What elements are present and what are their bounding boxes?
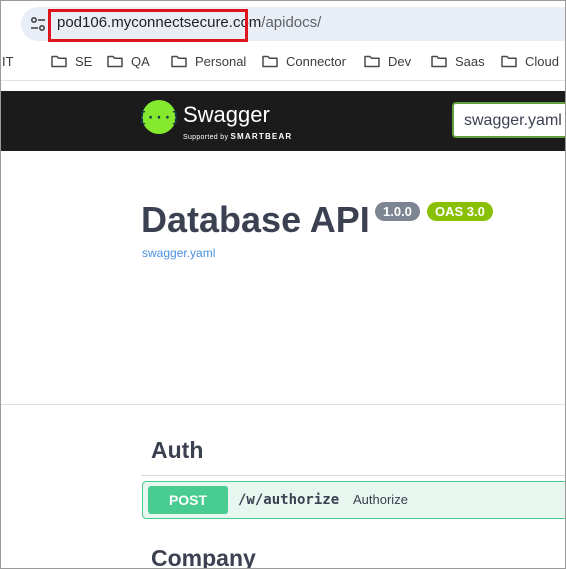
folder-icon — [364, 55, 380, 68]
version-badge: 1.0.0 — [375, 202, 420, 221]
bookmark-label: QA — [131, 54, 150, 69]
operation-post-authorize[interactable]: POST /w/authorize Authorize — [142, 481, 565, 519]
http-method-badge: POST — [148, 486, 228, 514]
bookmark-label: IT — [2, 54, 14, 69]
folder-icon — [51, 55, 67, 68]
folder-icon — [431, 55, 447, 68]
supported-by-label: Supported by — [183, 134, 229, 141]
bookmark-se[interactable]: SE — [51, 54, 92, 69]
bookmark-connector[interactable]: Connector — [262, 54, 346, 69]
spec-url-input[interactable]: swagger.yaml — [452, 102, 565, 138]
oas-badge: OAS 3.0 — [427, 202, 493, 221]
swagger-brand: Swagger — [183, 102, 270, 127]
smartbear-label: SMARTBEAR — [230, 132, 293, 141]
bookmark-personal[interactable]: Personal — [171, 54, 246, 69]
bookmark-label: Personal — [195, 54, 247, 69]
supported-by-smartbear: Supported by SMARTBEAR — [183, 132, 292, 141]
bookmark-label: SE — [75, 54, 93, 69]
bookmark-saas[interactable]: Saas — [431, 54, 485, 69]
url-path: /apidocs/ — [261, 14, 322, 31]
bookmark-label: Saas — [455, 54, 485, 69]
section-title-company[interactable]: Company — [151, 545, 256, 568]
browser-window: pod106.myconnectsecure.com/apidocs/ IT S… — [0, 0, 566, 569]
api-title: Database API — [141, 199, 370, 240]
divider — [1, 404, 565, 405]
spec-link[interactable]: swagger.yaml — [142, 246, 215, 260]
bookmark-label: Connector — [286, 54, 346, 69]
url-highlight-box — [48, 9, 248, 42]
bookmark-label: Cloud — [525, 54, 559, 69]
bookmark-dev[interactable]: Dev — [364, 54, 411, 69]
operation-summary: Authorize — [353, 492, 408, 507]
bookmark-cloud[interactable]: Cloud — [501, 54, 559, 69]
bookmark-label: Dev — [388, 54, 412, 69]
section-title-auth[interactable]: Auth — [151, 437, 203, 464]
bookmark-it[interactable]: IT — [2, 54, 14, 69]
section-divider — [141, 475, 565, 476]
folder-icon — [501, 55, 517, 68]
bookmarks-bar: IT SE QA Personal Connector Dev Saas Clo… — [1, 46, 565, 81]
svg-text:{···}: {···} — [141, 110, 177, 126]
folder-icon — [262, 55, 278, 68]
folder-icon — [107, 55, 123, 68]
site-info-icon[interactable] — [29, 15, 47, 33]
swagger-logo-icon[interactable]: {···} — [141, 99, 177, 135]
operation-path: /w/authorize — [238, 492, 340, 508]
bookmark-qa[interactable]: QA — [107, 54, 150, 69]
address-bar-row: pod106.myconnectsecure.com/apidocs/ — [1, 1, 565, 46]
folder-icon — [171, 55, 187, 68]
